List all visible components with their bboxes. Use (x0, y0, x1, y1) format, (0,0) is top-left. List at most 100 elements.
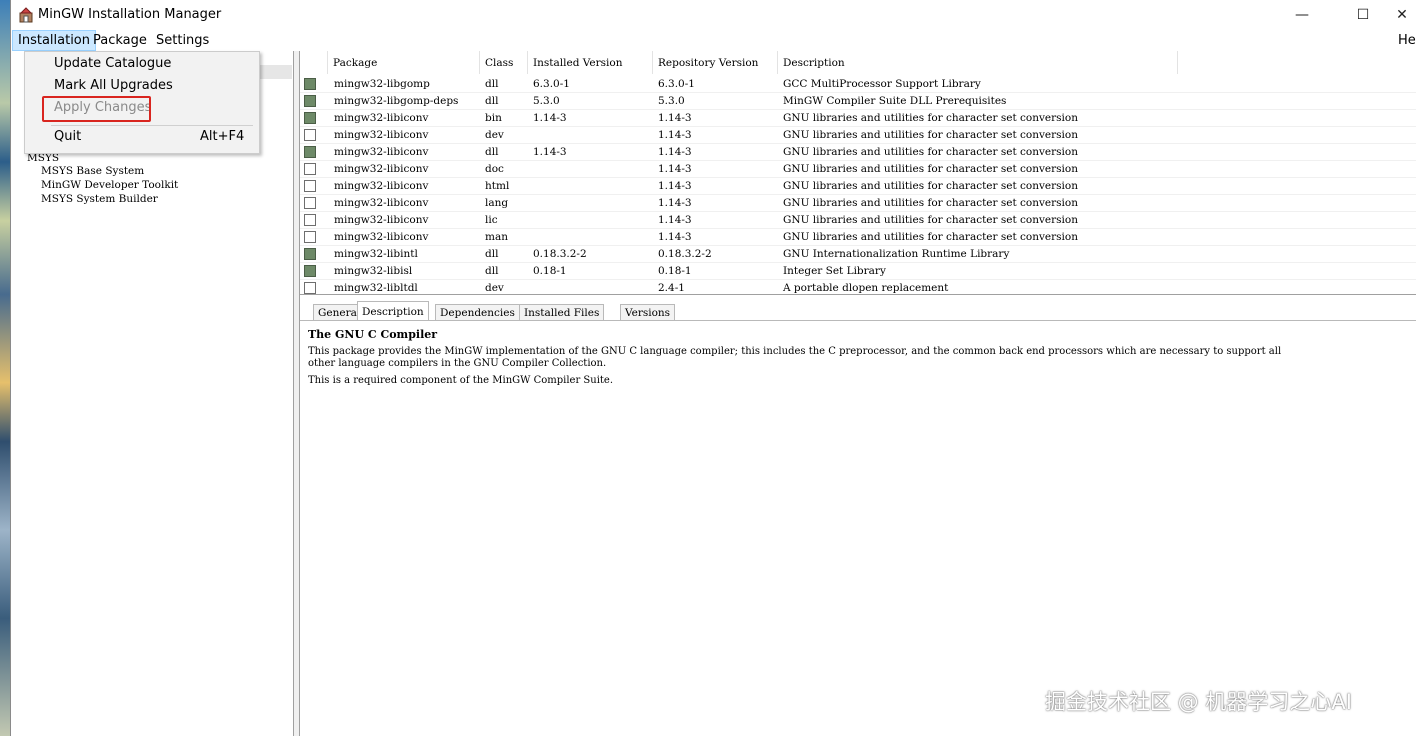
package-checkbox[interactable] (304, 282, 316, 294)
cell-package: mingw32-libiconv (334, 112, 429, 124)
column-header-class[interactable]: Class (480, 51, 528, 74)
table-row[interactable]: mingw32-libltdl dev 2.4-1 A portable dlopen… (300, 280, 1416, 294)
column-header-check[interactable] (300, 51, 328, 74)
menu-item-update-catalogue[interactable]: Update Catalogue (54, 56, 171, 71)
cell-package: mingw32-libgomp-deps (334, 95, 459, 107)
package-checkbox[interactable] (304, 129, 316, 141)
package-checkbox[interactable] (304, 180, 316, 192)
table-row[interactable]: mingw32-libiconv man 1.14-3 GNU libraries a… (300, 229, 1416, 246)
cell-description: GNU libraries and utilities for characte… (783, 163, 1078, 175)
cell-package: mingw32-libiconv (334, 163, 429, 175)
menu-item-quit[interactable]: Quit (54, 129, 81, 144)
maximize-button[interactable]: ☐ (1340, 0, 1386, 30)
close-button[interactable]: ✕ (1387, 0, 1416, 30)
cell-package: mingw32-libintl (334, 248, 418, 260)
cell-package: mingw32-libiconv (334, 129, 429, 141)
cell-class: dev (485, 129, 504, 141)
cell-class: dll (485, 95, 499, 107)
cell-description: GNU libraries and utilities for characte… (783, 146, 1078, 158)
cell-class: man (485, 231, 508, 243)
menu-help[interactable]: Hel (1393, 31, 1416, 50)
tab-description[interactable]: Description (357, 301, 429, 321)
cell-description: GCC MultiProcessor Support Library (783, 78, 981, 90)
package-checkbox[interactable] (304, 265, 316, 277)
table-row[interactable]: mingw32-libisl dll 0.18-1 0.18-1 Integer Set… (300, 263, 1416, 280)
table-row[interactable]: mingw32-libintl dll 0.18.3.2-2 0.18.3.2-2 GN… (300, 246, 1416, 263)
package-checkbox[interactable] (304, 231, 316, 243)
menu-bar: Installation Package Settings Hel (11, 30, 1416, 51)
table-row[interactable]: mingw32-libiconv lang 1.14-3 GNU libraries … (300, 195, 1416, 212)
table-row[interactable]: mingw32-libiconv lic 1.14-3 GNU libraries a… (300, 212, 1416, 229)
menu-package[interactable]: Package (88, 31, 152, 50)
cell-package: mingw32-libgomp (334, 78, 430, 90)
cell-repository: 1.14-3 (658, 180, 692, 192)
table-row[interactable]: mingw32-libiconv bin 1.14-3 1.14-3 GNU libra… (300, 110, 1416, 127)
cell-class: dll (485, 146, 499, 158)
tab-versions[interactable]: Versions (620, 304, 676, 320)
table-row[interactable]: mingw32-libiconv html 1.14-3 GNU libraries … (300, 178, 1416, 195)
title-bar[interactable]: MinGW Installation Manager — ☐ ✕ (11, 0, 1416, 30)
details-tab-strip: General Description Dependencies Install… (300, 296, 1416, 321)
cell-package: mingw32-libiconv (334, 214, 429, 226)
column-header-description[interactable]: Description (778, 51, 1178, 74)
column-header-package[interactable]: Package (328, 51, 480, 74)
package-checkbox[interactable] (304, 112, 316, 124)
table-row[interactable]: mingw32-libiconv dev 1.14-3 GNU libraries a… (300, 127, 1416, 144)
cell-description: GNU libraries and utilities for characte… (783, 180, 1078, 192)
table-row[interactable]: mingw32-libgomp dll 6.3.0-1 6.3.0-1 GCC Mult… (300, 76, 1416, 93)
package-checkbox[interactable] (304, 248, 316, 260)
column-header-repository-version[interactable]: Repository Version (653, 51, 778, 74)
column-header-installed-version[interactable]: Installed Version (528, 51, 653, 74)
package-checkbox[interactable] (304, 163, 316, 175)
table-row[interactable]: mingw32-libgomp-deps dll 5.3.0 5.3.0 MinGW C… (300, 93, 1416, 110)
table-row[interactable]: mingw32-libiconv dll 1.14-3 1.14-3 GNU libra… (300, 144, 1416, 161)
package-checkbox[interactable] (304, 78, 316, 90)
cell-class: html (485, 180, 510, 192)
app-icon (19, 7, 33, 23)
cell-description: GNU libraries and utilities for characte… (783, 214, 1078, 226)
cell-repository: 1.14-3 (658, 214, 692, 226)
cell-package: mingw32-libiconv (334, 231, 429, 243)
tab-dependencies[interactable]: Dependencies (435, 304, 520, 320)
cell-package: mingw32-libiconv (334, 146, 429, 158)
package-checkbox[interactable] (304, 95, 316, 107)
cell-repository: 6.3.0-1 (658, 78, 695, 90)
menu-separator (51, 125, 253, 126)
package-checkbox[interactable] (304, 197, 316, 209)
cell-installed: 1.14-3 (533, 146, 567, 158)
desktop-background-strip (0, 0, 10, 736)
description-line: other language compilers in the GNU Comp… (308, 358, 607, 369)
cell-class: dll (485, 265, 499, 277)
tree-item-mingw-developer-toolkit[interactable]: MinGW Developer Toolkit (41, 179, 178, 191)
tab-installed-files[interactable]: Installed Files (519, 304, 605, 320)
cell-repository: 1.14-3 (658, 163, 692, 175)
minimize-button[interactable]: — (1279, 0, 1325, 30)
package-checkbox[interactable] (304, 146, 316, 158)
cell-description: GNU Internationalization Runtime Library (783, 248, 1010, 260)
package-checkbox[interactable] (304, 214, 316, 226)
cell-description: A portable dlopen replacement (783, 282, 949, 294)
quit-shortcut: Alt+F4 (200, 129, 245, 144)
app-window: MinGW Installation Manager — ☐ ✕ Install… (10, 0, 1416, 737)
cell-class: doc (485, 163, 504, 175)
table-row[interactable]: mingw32-libiconv doc 1.14-3 GNU libraries a… (300, 161, 1416, 178)
cell-class: lang (485, 197, 509, 209)
tree-item-msys-system-builder[interactable]: MSYS System Builder (41, 193, 158, 205)
cell-installed: 6.3.0-1 (533, 78, 570, 90)
cell-package: mingw32-libisl (334, 265, 413, 277)
cell-repository: 5.3.0 (658, 95, 685, 107)
tree-item-msys-base-system[interactable]: MSYS Base System (41, 165, 144, 177)
cell-class: bin (485, 112, 502, 124)
description-line: This is a required component of the MinG… (308, 375, 614, 386)
watermark: 掘金技术社区 @ 机器学习之心AI (1045, 690, 1352, 714)
cell-description: Integer Set Library (783, 265, 886, 277)
menu-installation[interactable]: Installation (12, 30, 97, 51)
cell-repository: 0.18.3.2-2 (658, 248, 712, 260)
description-line: This package provides the MinGW implemen… (308, 346, 1282, 357)
cell-description: GNU libraries and utilities for characte… (783, 129, 1078, 141)
menu-item-mark-all-upgrades[interactable]: Mark All Upgrades (54, 78, 173, 93)
cell-repository: 1.14-3 (658, 231, 692, 243)
package-list: Package Class Installed Version Reposito… (300, 51, 1416, 295)
annotation-highlight-box (42, 96, 151, 122)
menu-settings[interactable]: Settings (151, 31, 214, 50)
